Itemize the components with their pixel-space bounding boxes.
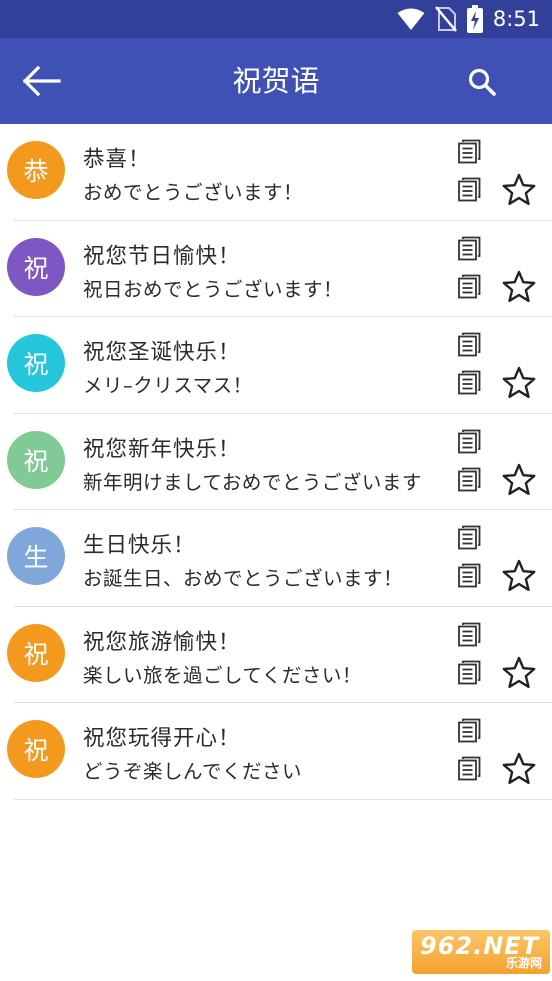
copy-icon: [456, 370, 482, 399]
divider: [14, 798, 552, 800]
favorite-button[interactable]: [501, 751, 537, 787]
phrase-chinese: 祝您新年快乐！: [83, 436, 241, 462]
app-bar: 祝贺语: [0, 38, 552, 124]
watermark-subtext: 乐游网: [505, 956, 542, 970]
copy-icon: [456, 756, 482, 785]
copy-chinese-button[interactable]: [456, 138, 482, 164]
avatar: 祝: [7, 237, 65, 296]
favorite-button[interactable]: [501, 365, 537, 401]
phrase-row[interactable]: 祝祝您节日愉快！ 祝日おめでとうございます！: [0, 221, 552, 317]
star-outline-icon: [501, 463, 537, 502]
star-outline-icon: [501, 559, 537, 598]
phrase-japanese: 楽しい旅を過ごしてください！: [83, 663, 362, 687]
star-outline-icon: [501, 173, 537, 212]
favorite-button[interactable]: [501, 172, 537, 208]
phrase-japanese: 新年明けましておめでとうございます: [83, 470, 422, 494]
wifi-icon: [397, 8, 425, 30]
copy-japanese-button[interactable]: [456, 273, 482, 299]
watermark-logo: 962.NET 乐游网: [412, 930, 550, 974]
copy-icon: [456, 177, 482, 206]
status-bar: 8:51: [0, 0, 552, 38]
phrase-japanese: 祝日おめでとうございます！: [83, 277, 344, 301]
phrase-row[interactable]: 生生日快乐！ お誕生日、おめでとうございます！: [0, 510, 552, 607]
arrow-left-icon: [22, 65, 61, 97]
copy-icon: [456, 660, 482, 689]
copy-japanese-button[interactable]: [456, 369, 482, 395]
copy-japanese-button[interactable]: [456, 562, 482, 588]
phrase-row[interactable]: 恭恭喜！ おめでとうございます！: [0, 124, 552, 221]
copy-japanese-button[interactable]: [456, 659, 482, 685]
no-sim-icon: [434, 6, 457, 32]
avatar: 祝: [7, 720, 65, 778]
phrase-japanese: おめでとうございます！: [83, 181, 304, 204]
favorite-button[interactable]: [501, 269, 537, 305]
phrase-chinese: 祝您节日愉快！: [83, 243, 241, 269]
copy-japanese-button[interactable]: [456, 755, 482, 781]
avatar: 恭: [7, 141, 65, 199]
search-button[interactable]: [462, 62, 502, 102]
phrase-row[interactable]: 祝祝您玩得开心！ どうぞ楽しんでください: [0, 703, 552, 800]
avatar: 祝: [7, 623, 65, 682]
copy-chinese-button[interactable]: [456, 428, 482, 454]
copy-chinese-button[interactable]: [456, 621, 482, 647]
star-outline-icon: [501, 366, 537, 405]
phrase-japanese: メリ–クリスマス！: [83, 374, 253, 397]
copy-icon: [456, 332, 482, 361]
copy-chinese-button[interactable]: [456, 524, 482, 550]
avatar: 祝: [7, 334, 65, 392]
copy-icon: [456, 525, 482, 554]
phrase-chinese: 祝您旅游愉快！: [83, 629, 241, 655]
copy-icon: [456, 274, 482, 303]
copy-chinese-button[interactable]: [456, 235, 482, 261]
phrase-chinese: 生日快乐！: [83, 533, 196, 558]
copy-icon: [456, 467, 482, 496]
avatar: 生: [7, 527, 65, 585]
copy-chinese-button[interactable]: [456, 331, 482, 357]
phrase-japanese: お誕生日、おめでとうございます！: [83, 567, 404, 590]
copy-icon: [456, 236, 482, 265]
back-button[interactable]: [18, 58, 64, 104]
phrase-japanese: どうぞ楽しんでください: [83, 760, 303, 783]
star-outline-icon: [501, 656, 537, 695]
copy-japanese-button[interactable]: [456, 466, 482, 492]
phrase-row[interactable]: 祝祝您新年快乐！ 新年明けましておめでとうございます: [0, 414, 552, 510]
phrase-list: 恭恭喜！ おめでとうございます！祝祝您节日愉快！ 祝日おめでとうございます！祝祝您圣…: [0, 124, 552, 800]
search-icon: [468, 68, 496, 96]
copy-japanese-button[interactable]: [456, 176, 482, 202]
phrase-chinese: 祝您圣诞快乐！: [83, 340, 241, 365]
star-outline-icon: [501, 270, 537, 309]
battery-charging-icon: [466, 5, 483, 33]
favorite-button[interactable]: [501, 558, 537, 594]
copy-icon: [456, 622, 482, 651]
copy-icon: [456, 718, 482, 747]
copy-icon: [456, 563, 482, 592]
favorite-button[interactable]: [501, 655, 537, 691]
favorite-button[interactable]: [501, 462, 537, 498]
avatar: 祝: [7, 430, 65, 489]
copy-icon: [456, 139, 482, 168]
phrase-row[interactable]: 祝祝您圣诞快乐！ メリ–クリスマス！: [0, 317, 552, 414]
phrase-chinese: 恭喜！: [83, 147, 151, 172]
copy-icon: [456, 429, 482, 458]
phrase-row[interactable]: 祝祝您旅游愉快！ 楽しい旅を過ごしてください！: [0, 607, 552, 703]
copy-chinese-button[interactable]: [456, 717, 482, 743]
star-outline-icon: [501, 752, 537, 791]
status-icons: 8:51: [397, 4, 540, 34]
phrase-chinese: 祝您玩得开心！: [83, 726, 241, 751]
status-time: 8:51: [492, 7, 540, 31]
